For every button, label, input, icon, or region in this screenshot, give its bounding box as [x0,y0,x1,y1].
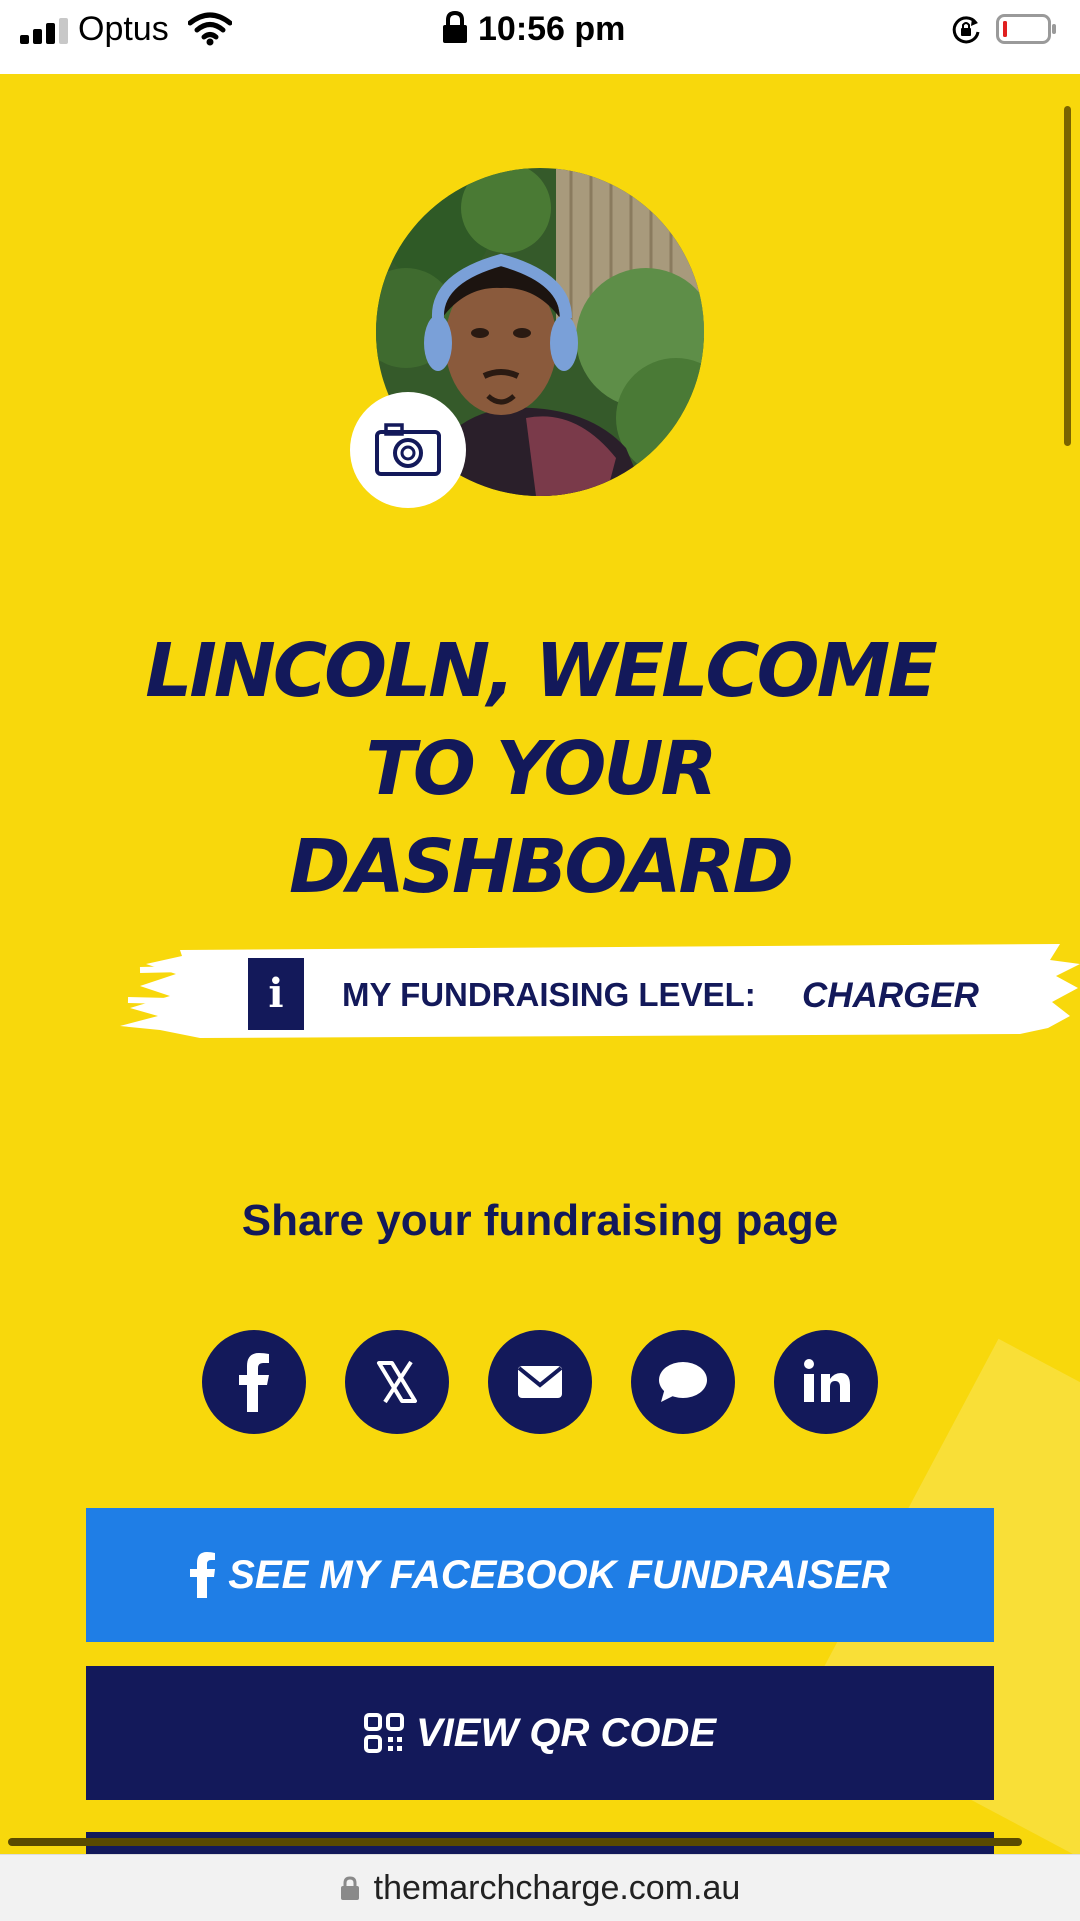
wifi-icon [188,12,232,46]
fundraising-level-label: MY FUNDRAISING LEVEL: [342,976,756,1013]
message-icon [659,1362,707,1402]
horizontal-scrollbar[interactable] [8,1838,1022,1846]
share-heading: Share your fundraising page [241,1196,839,1245]
facebook-icon [239,1353,269,1412]
linkedin-icon [804,1359,850,1402]
share-email-button[interactable] [488,1330,592,1434]
facebook-fundraiser-label: SEE MY FACEBOOK FUNDRAISER [228,1553,890,1597]
welcome-title: LINCOLN, WELCOME TO YOUR DASHBOARD [90,622,990,916]
info-icon[interactable]: i [248,958,304,1030]
facebook-icon [190,1552,216,1598]
battery-icon [996,14,1056,44]
qr-code-icon [363,1713,404,1753]
status-bar: Optus 10:56 pm [0,0,1080,74]
share-x-button[interactable] [345,1330,449,1434]
facebook-fundraiser-button[interactable]: SEE MY FACEBOOK FUNDRAISER [86,1508,994,1642]
view-qr-code-label: VIEW QR CODE [415,1711,717,1755]
x-icon [377,1360,417,1404]
signal-icon [20,18,72,44]
fundraising-level-value: CHARGER [802,976,979,1015]
view-qr-code-button[interactable]: VIEW QR CODE [86,1666,994,1800]
email-icon [517,1366,563,1398]
camera-icon [375,423,441,476]
share-linkedin-button[interactable] [774,1330,878,1434]
clock: 10:56 pm [478,10,626,48]
welcome-title-line: TO YOUR [365,726,717,812]
url-text[interactable]: themarchcharge.com.au [374,1869,741,1908]
vertical-scrollbar[interactable] [1064,106,1071,446]
change-photo-button[interactable] [350,392,466,508]
welcome-title-line: LINCOLN, WELCOME [145,628,938,714]
share-facebook-button[interactable] [202,1330,306,1434]
welcome-title-line: DASHBOARD [289,824,794,910]
lock-icon [443,10,467,43]
browser-address-bar[interactable]: themarchcharge.com.au [0,1854,1080,1921]
lock-icon [340,1876,359,1900]
rotation-lock-icon [952,16,980,44]
carrier-name: Optus [78,10,169,48]
share-message-button[interactable] [631,1330,735,1434]
dashboard-page: LINCOLN, WELCOME TO YOUR DASHBOARD i MY … [0,74,1080,1854]
